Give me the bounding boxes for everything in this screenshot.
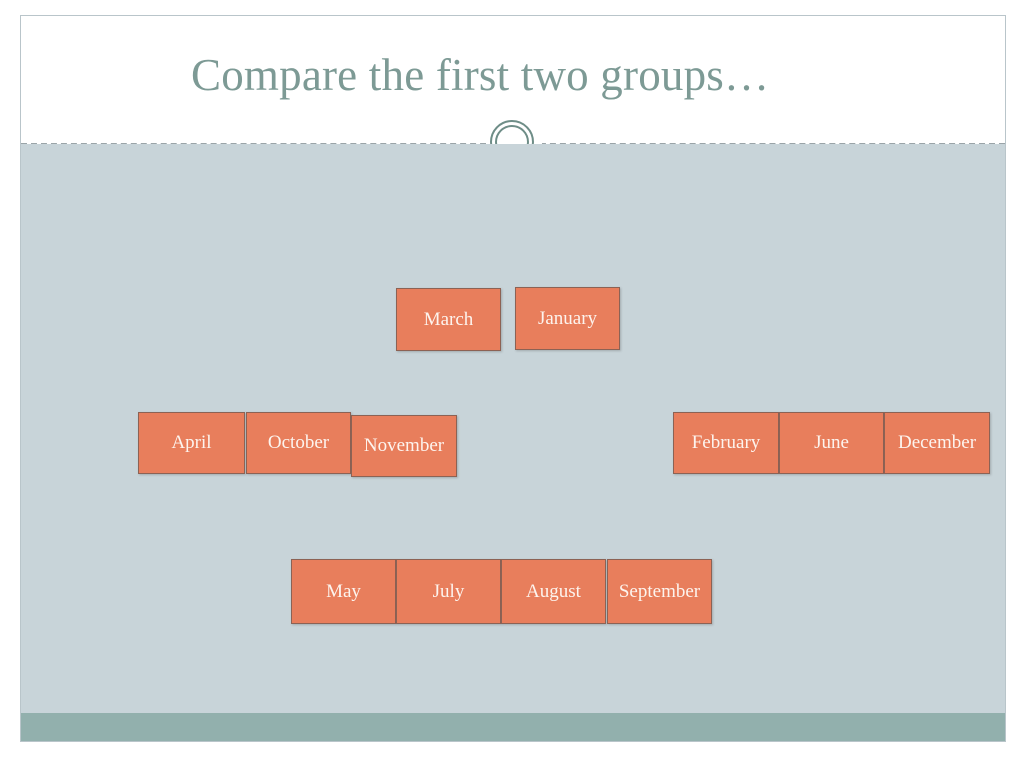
month-box-september[interactable]: September xyxy=(607,559,712,624)
month-box-july[interactable]: July xyxy=(396,559,501,624)
month-box-october[interactable]: October xyxy=(246,412,351,474)
page-title: Compare the first two groups… xyxy=(191,50,770,100)
month-box-april[interactable]: April xyxy=(138,412,245,474)
footer-bar xyxy=(21,713,1005,741)
month-box-june[interactable]: June xyxy=(779,412,884,474)
month-box-march[interactable]: March xyxy=(396,288,501,351)
slide-body: March January April October November February… xyxy=(21,144,1005,713)
month-box-january[interactable]: January xyxy=(515,287,620,350)
month-box-november[interactable]: November xyxy=(351,415,457,477)
slide: Compare the first two groups… March Janua… xyxy=(20,15,1006,742)
month-box-august[interactable]: August xyxy=(501,559,606,624)
month-box-december[interactable]: December xyxy=(884,412,990,474)
month-box-february[interactable]: February xyxy=(673,412,779,474)
month-box-may[interactable]: May xyxy=(291,559,396,624)
